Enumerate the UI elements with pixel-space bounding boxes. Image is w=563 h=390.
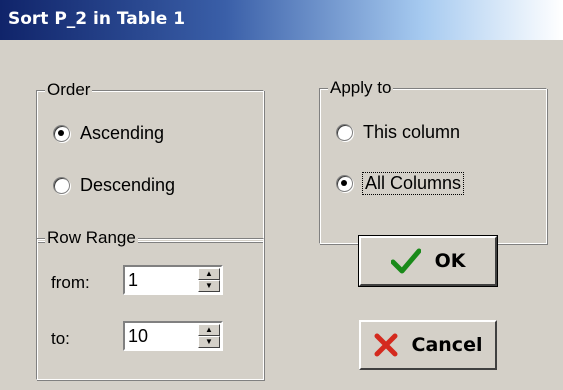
- to-spin-down-icon[interactable]: ▼: [198, 336, 220, 348]
- radio-all-columns[interactable]: All Columns: [336, 172, 465, 195]
- to-spin-up-icon[interactable]: ▲: [198, 324, 220, 336]
- from-spin-down-icon[interactable]: ▼: [198, 280, 220, 292]
- ok-button[interactable]: OK: [358, 235, 498, 287]
- window-title: Sort P_2 in Table 1: [8, 9, 186, 29]
- cancel-button[interactable]: Cancel: [359, 320, 497, 370]
- to-spinner[interactable]: 10 ▲ ▼: [123, 321, 223, 351]
- order-legend: Order: [45, 80, 93, 99]
- ok-label: OK: [434, 250, 466, 272]
- from-spinner[interactable]: 1 ▲ ▼: [123, 265, 223, 295]
- radio-dot-icon: [58, 130, 64, 136]
- order-group: Order Ascending Descending: [36, 81, 264, 242]
- radio-descending-circle[interactable]: [53, 177, 70, 194]
- radio-descending[interactable]: Descending: [53, 175, 175, 196]
- red-x-icon: [374, 333, 398, 357]
- apply-to-legend: Apply to: [328, 78, 394, 97]
- checkmark-icon: [390, 248, 421, 274]
- row-range-group: Row Range from: 1 ▲ ▼ to: 10 ▲ ▼: [36, 229, 264, 380]
- to-value[interactable]: 10: [128, 326, 148, 347]
- radio-this-column-label[interactable]: This column: [363, 122, 460, 143]
- radio-this-column-circle[interactable]: [336, 124, 353, 141]
- from-label: from:: [51, 273, 90, 292]
- to-spin-buttons: ▲ ▼: [198, 324, 220, 348]
- title-bar[interactable]: Sort P_2 in Table 1: [0, 0, 563, 40]
- radio-ascending-label[interactable]: Ascending: [80, 123, 164, 144]
- radio-dot-icon: [341, 180, 347, 186]
- radio-ascending-circle[interactable]: [53, 125, 70, 142]
- to-label: to:: [51, 329, 70, 348]
- radio-all-columns-circle[interactable]: [336, 175, 353, 192]
- from-value[interactable]: 1: [128, 270, 138, 291]
- radio-this-column[interactable]: This column: [336, 122, 460, 143]
- radio-all-columns-label[interactable]: All Columns: [361, 172, 465, 195]
- row-range-legend: Row Range: [45, 228, 138, 247]
- radio-descending-label[interactable]: Descending: [80, 175, 175, 196]
- cancel-label: Cancel: [411, 334, 483, 356]
- apply-to-group: Apply to This column All Columns: [319, 79, 547, 244]
- radio-ascending[interactable]: Ascending: [53, 123, 164, 144]
- from-spin-buttons: ▲ ▼: [198, 268, 220, 292]
- from-spin-up-icon[interactable]: ▲: [198, 268, 220, 280]
- dialog-body: Order Ascending Descending Apply to This…: [0, 40, 563, 390]
